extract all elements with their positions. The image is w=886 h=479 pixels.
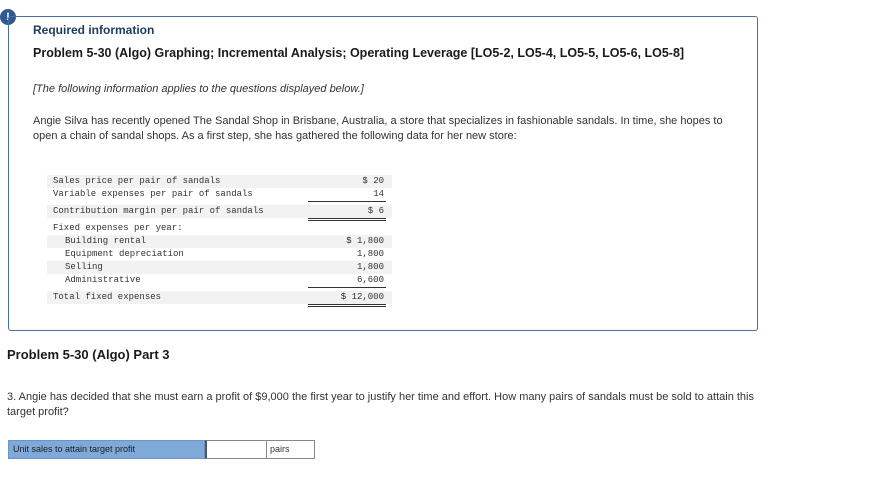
row-value: 1,800 — [356, 262, 384, 272]
table-row: Variable expenses per pair of sandals 14 — [47, 188, 392, 202]
row-value: 14 — [308, 188, 386, 202]
row-value: 6,600 — [308, 274, 386, 288]
row-label: Selling — [65, 262, 103, 272]
data-table: Sales price per pair of sandals $ 20 Var… — [47, 175, 392, 307]
row-label: Equipment depreciation — [65, 249, 184, 259]
scenario-paragraph: Angie Silva has recently opened The Sand… — [33, 115, 723, 142]
problem-title: Problem 5-30 (Algo) Graphing; Incrementa… — [33, 46, 685, 60]
unit-sales-input[interactable] — [205, 440, 267, 459]
row-value: 1,800 — [356, 249, 384, 259]
row-label: Administrative — [65, 275, 141, 285]
answer-label: Unit sales to attain target profit — [8, 440, 205, 459]
row-value: $ 6 — [308, 205, 386, 221]
table-row: Equipment depreciation 1,800 — [47, 248, 392, 261]
question-text: 3. Angie has decided that she must earn … — [7, 391, 754, 418]
required-information-heading: Required information — [33, 23, 155, 37]
row-label: Building rental — [65, 236, 147, 246]
table-row: Building rental $ 1,800 — [47, 235, 392, 248]
applies-note: [The following information applies to th… — [33, 83, 364, 95]
table-row: Contribution margin per pair of sandals … — [47, 205, 392, 221]
table-row: Fixed expenses per year: — [47, 222, 392, 235]
table-row: Administrative 6,600 — [47, 274, 392, 288]
table-row: Sales price per pair of sandals $ 20 — [47, 175, 392, 188]
row-value: $ 1,800 — [346, 236, 384, 246]
row-label: Total fixed expenses — [53, 292, 162, 302]
row-label: Fixed expenses per year: — [53, 223, 183, 233]
answer-row: Unit sales to attain target profit pairs — [8, 440, 315, 459]
row-label: Variable expenses per pair of sandals — [53, 189, 253, 199]
table-row: Total fixed expenses $ 12,000 — [47, 291, 392, 307]
row-value: $ 12,000 — [308, 291, 386, 307]
table-row: Selling 1,800 — [47, 261, 392, 274]
unit-label: pairs — [267, 440, 315, 459]
row-label: Sales price per pair of sandals — [53, 176, 221, 186]
part-title: Problem 5-30 (Algo) Part 3 — [7, 347, 170, 362]
row-value: $ 20 — [362, 176, 384, 186]
row-label: Contribution margin per pair of sandals — [53, 206, 264, 216]
